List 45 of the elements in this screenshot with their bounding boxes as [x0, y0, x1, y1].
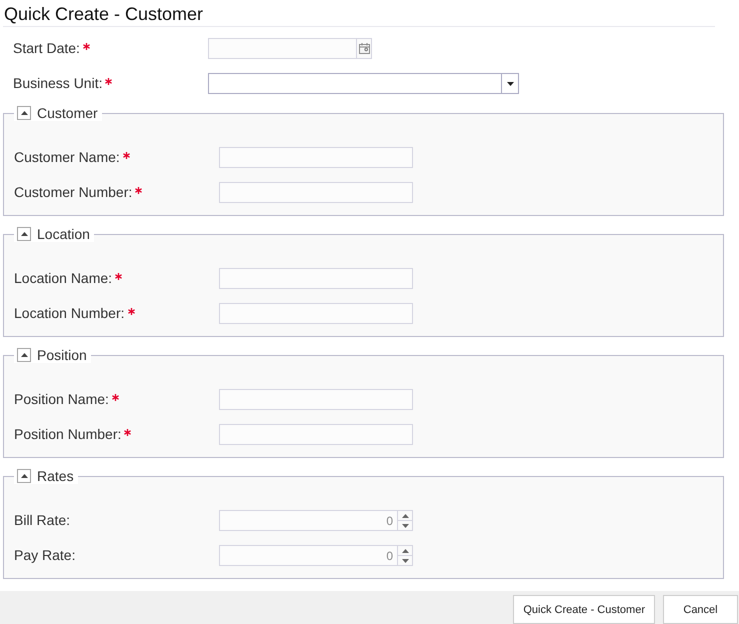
field-label: Customer Number: — [14, 184, 132, 201]
caret-up-icon — [20, 232, 28, 236]
field-label: Business Unit: — [13, 75, 102, 92]
field-label: Position Number: — [14, 426, 122, 443]
caret-up-icon — [20, 353, 28, 357]
caret-down-icon — [506, 82, 514, 86]
field-label: Position Name: — [14, 391, 109, 408]
dropdown-button[interactable] — [501, 73, 519, 94]
text-field[interactable] — [219, 182, 413, 203]
spin-up-button[interactable] — [397, 510, 413, 521]
spin-up-button[interactable] — [397, 545, 413, 556]
caret-down-icon — [402, 558, 408, 562]
text-field[interactable] — [219, 268, 413, 289]
window-title: Quick Create - Customer — [4, 4, 204, 24]
caret-up-icon — [20, 111, 28, 115]
text-field[interactable] — [219, 389, 413, 410]
date-field[interactable] — [208, 38, 356, 59]
section-toggle-button[interactable] — [17, 227, 31, 241]
calendar-icon — [358, 43, 370, 54]
field-label: Location Number: — [14, 305, 125, 322]
caret-up-icon — [402, 548, 408, 552]
cancel-button[interactable]: Cancel — [663, 595, 738, 624]
dropdown-field[interactable] — [208, 73, 501, 94]
caret-down-icon — [402, 524, 408, 528]
caret-up-icon — [20, 474, 28, 478]
field-label: Start Date: — [13, 40, 80, 57]
spin-down-button[interactable] — [397, 521, 413, 531]
create-button[interactable]: Quick Create - Customer — [513, 595, 655, 624]
section-title: Position — [37, 347, 87, 363]
section-title: Customer — [37, 105, 98, 121]
caret-up-icon — [402, 514, 408, 518]
section-title: Rates — [37, 468, 74, 484]
spin-down-button[interactable] — [397, 556, 413, 566]
section-toggle-button[interactable] — [17, 348, 31, 362]
calendar-button[interactable] — [356, 38, 372, 59]
section-title: Location — [37, 226, 90, 242]
text-field[interactable] — [219, 424, 413, 445]
field-label: Bill Rate: — [14, 512, 70, 529]
text-field[interactable] — [219, 303, 413, 324]
section-toggle-button[interactable] — [17, 106, 31, 120]
field-label: Location Name: — [14, 270, 112, 287]
field-label: Pay Rate: — [14, 547, 76, 564]
section-toggle-button[interactable] — [17, 469, 31, 483]
field-label: Customer Name: — [14, 149, 120, 166]
text-field[interactable] — [219, 147, 413, 168]
